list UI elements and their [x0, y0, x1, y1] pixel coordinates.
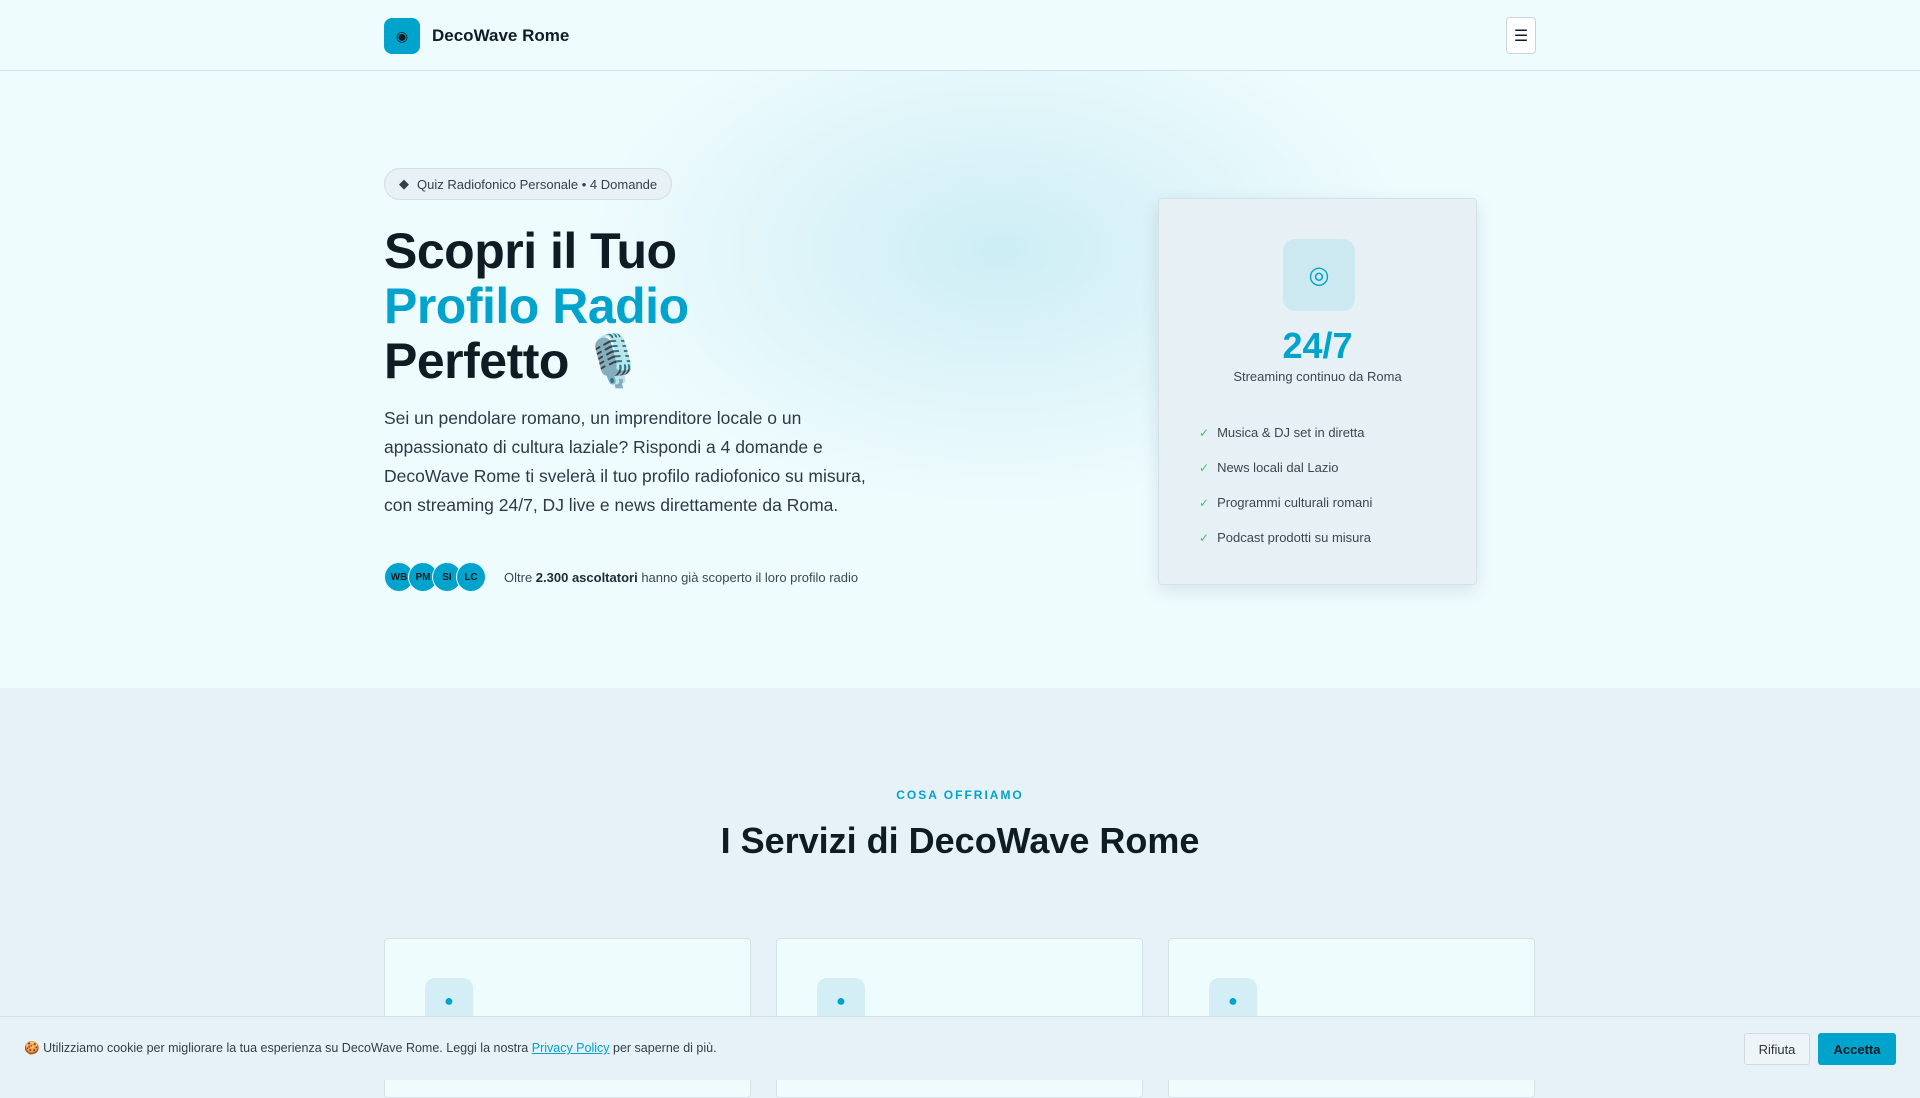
- list-item: ✓ Programmi culturali romani: [1199, 485, 1372, 520]
- sparkle-icon: ◆: [399, 176, 409, 191]
- feature-text: Podcast prodotti su misura: [1217, 530, 1371, 545]
- site-header: ◉ DecoWave Rome ☰: [0, 0, 1920, 71]
- broadcast-icon: ◎: [1283, 239, 1355, 311]
- cookie-banner: 🍪 Utilizziamo cookie per migliorare la t…: [0, 1016, 1920, 1080]
- hero-description: Sei un pendolare romano, un imprenditore…: [384, 408, 866, 515]
- feature-list: ✓ Musica & DJ set in diretta ✓ News locali…: [1199, 415, 1372, 555]
- hero-section: [0, 71, 1920, 688]
- listener-count: 2.300 ascoltatori: [535, 569, 638, 585]
- feature-text: Programmi culturali romani: [1217, 495, 1373, 510]
- feature-text: News locali dal Lazio: [1217, 460, 1339, 475]
- brand-logo[interactable]: ◉ DecoWave Rome: [384, 18, 569, 54]
- social-suffix: hanno già scoperto il loro profilo radio: [641, 569, 859, 585]
- check-icon: ✓: [1199, 460, 1210, 475]
- list-item: ✓ Podcast prodotti su misura: [1199, 520, 1372, 555]
- feature-text: Musica & DJ set in diretta: [1217, 425, 1365, 440]
- brand-name: DecoWave Rome: [432, 26, 570, 45]
- check-icon: ✓: [1199, 530, 1210, 545]
- reject-button[interactable]: Rifiuta: [1744, 1033, 1810, 1065]
- hero-title: Scopri il Tuo Profilo Radio Perfetto 🎙️: [384, 224, 689, 389]
- microphone-icon: 🎙️: [582, 333, 645, 389]
- stat-value: 24/7: [1282, 325, 1353, 366]
- menu-button[interactable]: ☰: [1506, 17, 1536, 54]
- check-icon: ✓: [1199, 495, 1210, 510]
- cookie-icon: 🍪: [24, 1041, 40, 1055]
- accept-button[interactable]: Accetta: [1818, 1033, 1896, 1065]
- check-icon: ✓: [1199, 425, 1210, 440]
- streaming-card: ◎ 24/7 Streaming continuo da Roma ✓ Music…: [1158, 198, 1477, 585]
- privacy-policy-link[interactable]: Privacy Policy: [532, 1041, 610, 1055]
- quiz-badge: ◆ Quiz Radiofonico Personale • 4 Domande: [384, 168, 673, 200]
- list-item: ✓ News locali dal Lazio: [1199, 450, 1372, 485]
- title-line-1: Scopri il Tuo: [384, 223, 677, 279]
- avatar: LC: [456, 562, 486, 592]
- menu-icon: ☰: [1513, 27, 1529, 45]
- title-line-3: Perfetto: [384, 333, 569, 389]
- radio-icon: ◉: [384, 18, 420, 54]
- title-line-2: Profilo Radio: [384, 278, 689, 334]
- section-title: I Servizi di DecoWave Rome: [720, 820, 1200, 861]
- social-proof: WB PM SI LC Oltre 2.300 ascoltatori hann…: [384, 562, 858, 592]
- cookie-message: 🍪 Utilizziamo cookie per migliorare la t…: [24, 1041, 717, 1056]
- section-eyebrow: COSA OFFRIAMO: [896, 788, 1024, 802]
- list-item: ✓ Musica & DJ set in diretta: [1199, 415, 1372, 450]
- cookie-text-after: per saperne di più.: [613, 1041, 717, 1055]
- badge-text: Quiz Radiofonico Personale • 4 Domande: [417, 176, 658, 192]
- stat-label: Streaming continuo da Roma: [1233, 369, 1402, 384]
- social-prefix: Oltre: [504, 569, 533, 585]
- cookie-text: Utilizziamo cookie per migliorare la tua…: [43, 1041, 529, 1055]
- social-text: Oltre 2.300 ascoltatori hanno già scoper…: [504, 570, 858, 585]
